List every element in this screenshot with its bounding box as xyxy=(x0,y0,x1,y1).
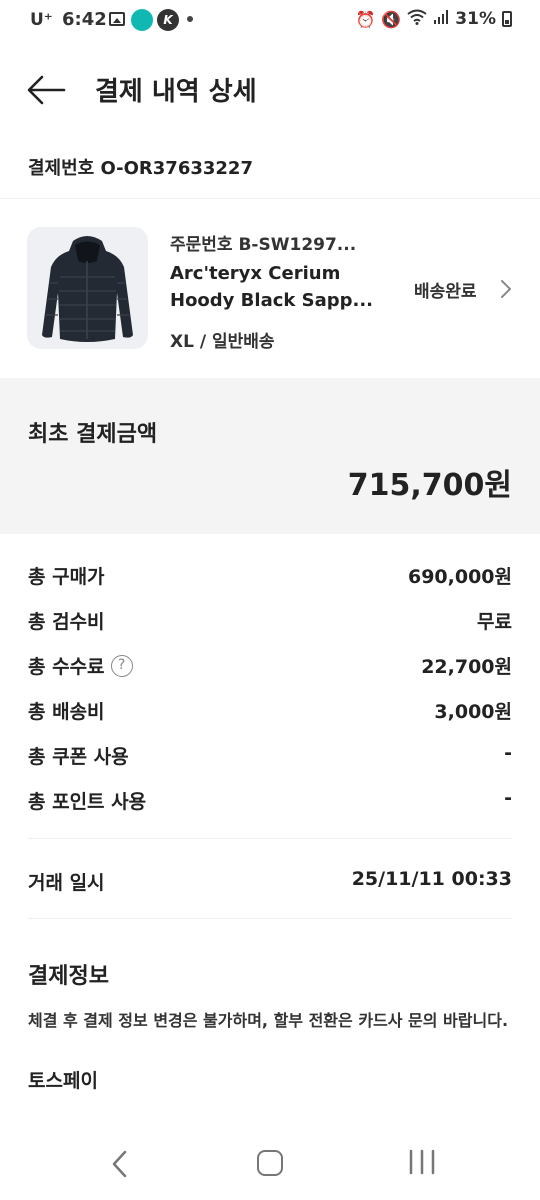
row-label: 총 쿠폰 사용 xyxy=(28,746,129,768)
chevron-right-icon xyxy=(501,280,511,298)
row-label: 총 구매가 xyxy=(28,566,105,588)
wifi-icon xyxy=(407,9,427,29)
header: 결제 내역 상세 xyxy=(0,58,540,120)
transaction-date-label: 거래 일시 xyxy=(28,872,105,894)
row-value: 무료 xyxy=(477,611,512,633)
payment-info-notice: 체결 후 결제 정보 변경은 불가하며, 할부 전환은 카드사 문의 바랍니다. xyxy=(28,1011,509,1030)
row-value: - xyxy=(504,742,512,764)
breakdown-row-points: 총 포인트 사용 - xyxy=(28,777,512,822)
first-payment-label: 최초 결제금액 xyxy=(28,422,158,447)
kream-app-icon: K xyxy=(157,9,179,31)
row-value: 690,000원 xyxy=(407,566,512,588)
status-time: 6:42 xyxy=(62,9,107,30)
mute-icon: 🔇 xyxy=(381,9,402,29)
battery-icon xyxy=(502,11,512,27)
shipping-status: 배송완료 xyxy=(414,282,477,302)
first-payment-amount: 715,700원 xyxy=(347,468,512,503)
row-label-text: 총 수수료 xyxy=(28,656,105,678)
row-label: 총 검수비 xyxy=(28,611,105,633)
nav-recent-apps-icon[interactable] xyxy=(408,1148,436,1176)
row-value: - xyxy=(504,787,512,809)
row-label: 총 배송비 xyxy=(28,701,105,723)
row-value: 3,000원 xyxy=(434,701,512,723)
transaction-date-value: 25/11/11 00:33 xyxy=(351,868,512,890)
breakdown-row-inspection: 총 검수비 무료 xyxy=(28,597,512,642)
first-payment-section: 최초 결제금액 715,700원 xyxy=(0,378,540,534)
payment-method: 토스페이 xyxy=(28,1070,98,1092)
divider xyxy=(28,838,512,839)
more-notifications-dot-icon xyxy=(187,16,193,22)
breakdown-row-coupon: 총 쿠폰 사용 - xyxy=(28,732,512,777)
divider xyxy=(28,918,512,919)
product-option: XL / 일반배송 xyxy=(170,332,275,352)
nav-home-icon[interactable] xyxy=(257,1150,283,1176)
breakdown-row-fee: 총 수수료 ? 22,700원 xyxy=(28,642,512,687)
row-value: 22,700원 xyxy=(421,656,512,678)
gallery-icon xyxy=(109,12,125,26)
breakdown-row-shipping: 총 배송비 3,000원 xyxy=(28,687,512,732)
alarm-icon: ⏰ xyxy=(355,9,376,29)
system-nav-bar xyxy=(0,1130,540,1200)
product-name-line1: Arc'teryx Cerium xyxy=(170,263,341,284)
payment-info-title: 결제정보 xyxy=(28,964,109,989)
battery-percent: 31% xyxy=(455,9,496,29)
product-name: Arc'teryx Cerium Hoody Black Sapp... xyxy=(170,260,385,314)
payment-breakdown: 총 구매가 690,000원 총 검수비 무료 총 수수료 ? 22,700원 … xyxy=(28,552,512,822)
order-number: 주문번호 B-SW1297... xyxy=(170,235,357,255)
product-card[interactable]: 주문번호 B-SW1297... Arc'teryx Cerium Hoody … xyxy=(0,200,540,377)
nav-back-icon[interactable] xyxy=(108,1148,132,1180)
product-image xyxy=(27,227,148,349)
status-bar: U⁺ 6:42 K ⏰ 🔇 31% xyxy=(0,0,540,40)
payment-number: 결제번호 O-OR37633227 xyxy=(28,158,253,179)
row-label-with-help: 총 수수료 ? xyxy=(28,652,133,679)
row-label: 총 포인트 사용 xyxy=(28,791,147,813)
puffer-jacket-image xyxy=(42,236,133,342)
breakdown-row-purchase: 총 구매가 690,000원 xyxy=(28,552,512,597)
app-notification-icon xyxy=(131,9,153,31)
back-button[interactable] xyxy=(24,70,68,110)
transaction-date-row: 거래 일시 25/11/11 00:33 xyxy=(28,858,512,903)
divider xyxy=(0,198,540,199)
page-title: 결제 내역 상세 xyxy=(95,77,257,107)
arrow-left-icon xyxy=(27,75,66,105)
question-circle-icon[interactable]: ? xyxy=(110,654,133,677)
product-name-line2: Hoody Black Sapp... xyxy=(170,290,374,311)
carrier-label: U⁺ xyxy=(30,10,53,30)
status-right: ⏰ 🔇 31% xyxy=(355,9,512,29)
signal-icon xyxy=(433,9,449,29)
